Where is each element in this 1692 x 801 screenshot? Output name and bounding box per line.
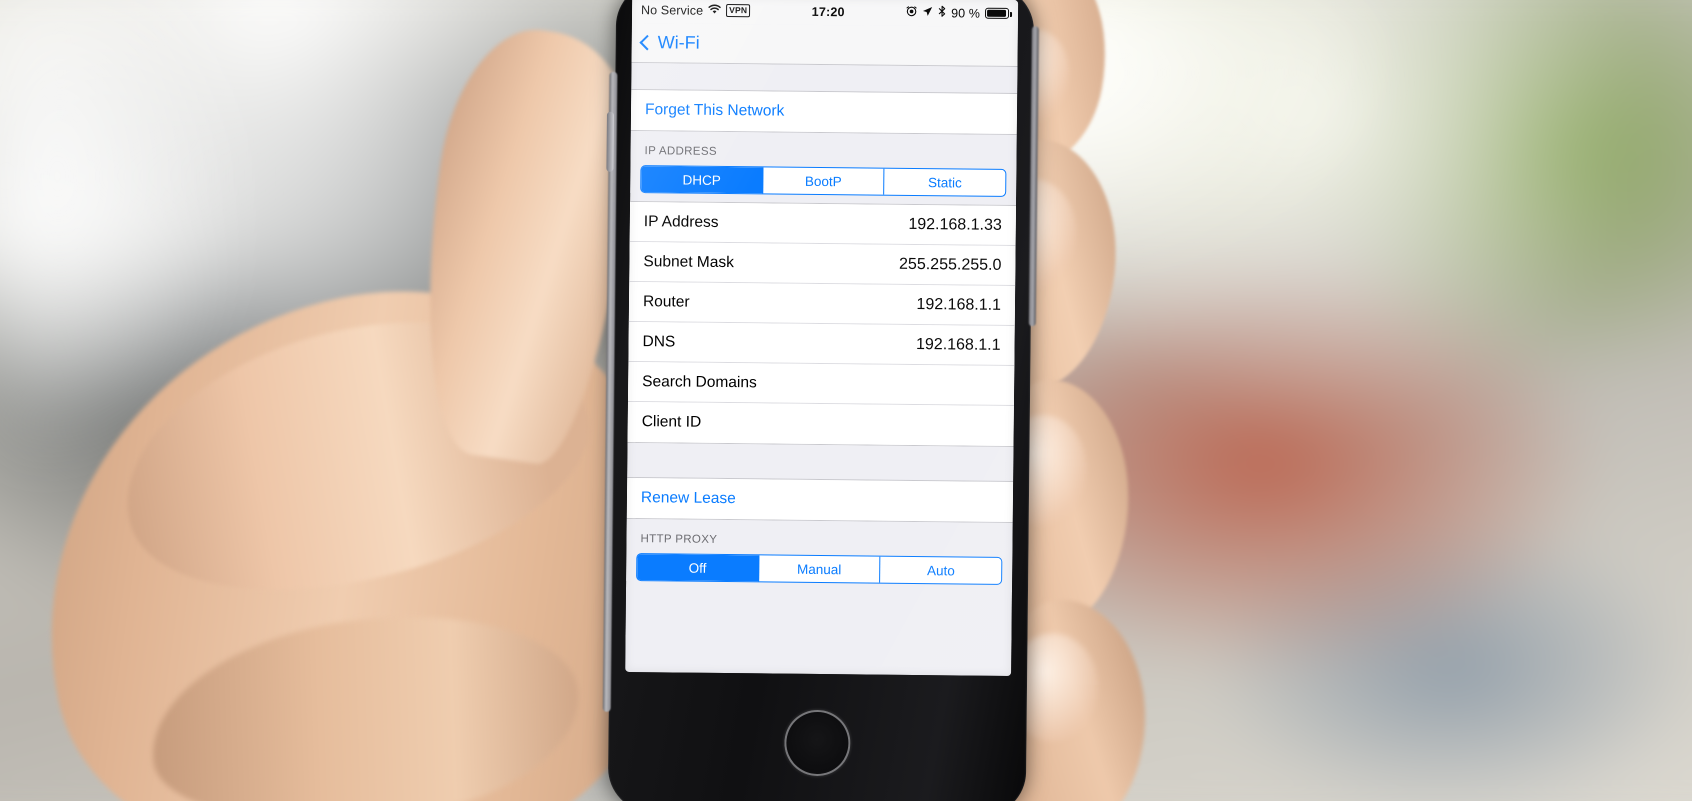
status-bar-clock: 17:20 (811, 4, 845, 19)
table-row-client-id[interactable]: Client ID (627, 401, 1014, 447)
segment-bootp[interactable]: BootP (762, 167, 885, 195)
volume-button[interactable] (606, 111, 614, 172)
chevron-left-icon (639, 34, 655, 51)
forget-this-network-label: Forget This Network (644, 101, 785, 120)
renew-lease-label: Renew Lease (640, 489, 736, 508)
location-arrow-icon (922, 6, 933, 20)
proxy-mode-segmented-control[interactable]: Off Manual Auto (636, 553, 1003, 585)
back-button-label: Wi-Fi (657, 32, 700, 53)
forget-network-group: Forget This Network (630, 88, 1018, 136)
row-label: Subnet Mask (643, 252, 734, 271)
status-bar-left: No Service VPN (640, 2, 751, 18)
iphone-device: No Service VPN 17:20 90 % Wi-Fi Forget T… (602, 0, 1039, 801)
row-value: 255.255.255.0 (899, 255, 1002, 274)
table-row-dns[interactable]: DNS 192.168.1.1 (628, 321, 1015, 367)
battery-percent-label: 90 % (951, 5, 981, 21)
segment-dhcp[interactable]: DHCP (641, 166, 764, 194)
spacer-top (631, 62, 1018, 94)
wifi-icon (708, 3, 721, 17)
table-row-router[interactable]: Router 192.168.1.1 (628, 281, 1016, 327)
ip-mode-segmented-wrap: DHCP BootP Static (630, 162, 1017, 198)
row-value: 192.168.1.1 (916, 295, 1002, 314)
status-bar-right: 90 % (906, 5, 1010, 21)
vpn-badge: VPN (726, 3, 751, 18)
table-row-search-domains[interactable]: Search Domains (627, 361, 1015, 407)
row-label: Router (642, 292, 690, 311)
http-proxy-section-header: HTTP PROXY (626, 518, 1013, 556)
row-label: Client ID (641, 413, 702, 431)
back-button[interactable]: Wi-Fi (639, 32, 700, 54)
row-label: Search Domains (642, 372, 757, 391)
table-row-subnet-mask[interactable]: Subnet Mask 255.255.255.0 (629, 241, 1016, 287)
row-value: 192.168.1.1 (915, 335, 1001, 354)
bluetooth-icon (938, 5, 946, 20)
forget-this-network-row[interactable]: Forget This Network (630, 89, 1018, 135)
row-label: DNS (642, 332, 676, 350)
segment-static[interactable]: Static (884, 169, 1005, 196)
home-button[interactable] (784, 709, 851, 777)
segment-manual[interactable]: Manual (758, 555, 881, 583)
table-row-ip-address[interactable]: IP Address 192.168.1.33 (629, 201, 1017, 247)
ip-details-group: IP Address 192.168.1.33 Subnet Mask 255.… (627, 200, 1017, 448)
photo-scene: No Service VPN 17:20 90 % Wi-Fi Forget T… (0, 0, 1692, 801)
navigation-bar: Wi-Fi (631, 22, 1018, 68)
ip-mode-segmented-control[interactable]: DHCP BootP Static (640, 165, 1007, 197)
renew-lease-group: Renew Lease (626, 476, 1014, 524)
ip-address-section-header: IP ADDRESS (630, 130, 1017, 168)
spacer-middle (627, 442, 1014, 482)
row-label: IP Address (643, 212, 719, 231)
alarm-icon (906, 5, 917, 19)
row-value: 192.168.1.33 (908, 215, 1002, 234)
battery-icon (984, 7, 1010, 19)
segment-auto[interactable]: Auto (880, 557, 1001, 584)
proxy-mode-segmented-wrap: Off Manual Auto (626, 550, 1013, 586)
segment-off[interactable]: Off (637, 554, 760, 582)
phone-screen: No Service VPN 17:20 90 % Wi-Fi Forget T… (625, 0, 1019, 677)
carrier-label: No Service (640, 2, 704, 18)
ios-settings-wifi-details: No Service VPN 17:20 90 % Wi-Fi Forget T… (625, 0, 1019, 677)
renew-lease-row[interactable]: Renew Lease (626, 477, 1014, 523)
